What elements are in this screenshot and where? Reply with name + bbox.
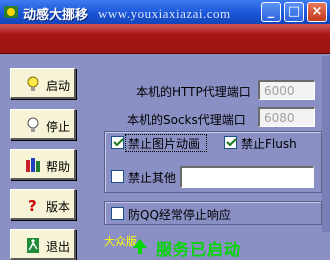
help-button-label: 帮助	[46, 160, 71, 174]
socks-proxy-label: 本机的Socks代理端口	[127, 113, 246, 127]
exit-door-icon	[27, 238, 39, 253]
socks-proxy-port-input[interactable]: 6080	[258, 107, 315, 127]
window-title: 动感大挪移	[23, 8, 89, 23]
block-flush-checkbox[interactable]	[224, 136, 237, 149]
stop-button-label: 停止	[46, 120, 71, 134]
banner-highlight	[0, 25, 330, 34]
lightbulb-on-icon	[27, 76, 39, 91]
right-edge	[322, 56, 330, 232]
block-image-anim-label: 禁止图片动画	[128, 137, 201, 151]
books-icon	[26, 158, 40, 172]
status-message: 服务已启动	[156, 240, 242, 259]
qq-stop-label: 防QQ经常停止响应	[128, 208, 231, 222]
qq-stop-checkbox[interactable]	[111, 207, 124, 220]
block-flush-label: 禁止Flush	[241, 137, 297, 151]
http-proxy-label: 本机的HTTP代理端口	[136, 85, 251, 99]
title-bar[interactable]: 动感大挪移 www.youxiaxiazai.com _ □ ×	[0, 0, 330, 24]
block-other-label: 禁止其他	[128, 171, 177, 185]
checkmark-icon	[226, 138, 237, 147]
svg-text:?: ?	[28, 197, 37, 213]
help-button[interactable]: 帮助	[10, 149, 76, 180]
watermark: www.youxiaxiazai.com	[98, 6, 231, 21]
block-other-checkbox[interactable]	[111, 170, 124, 183]
block-other-input[interactable]	[180, 166, 314, 188]
http-proxy-port-input[interactable]: 6000	[258, 80, 315, 100]
maximize-button[interactable]: □	[284, 2, 304, 22]
block-image-anim-checkbox[interactable]	[111, 136, 124, 149]
app-icon	[4, 6, 18, 18]
start-button-label: 启动	[46, 79, 71, 93]
question-icon: ?	[28, 197, 37, 213]
close-button[interactable]: ×	[307, 2, 327, 22]
checkmark-icon	[113, 138, 124, 147]
banner-bar	[0, 44, 330, 53]
header-banner	[0, 24, 330, 54]
lightbulb-off-icon	[27, 117, 39, 132]
start-button[interactable]: 启动	[10, 68, 76, 99]
exit-button-label: 退出	[46, 240, 71, 254]
stop-button[interactable]: 停止	[10, 109, 76, 140]
version-button[interactable]: ? 版本	[10, 189, 76, 220]
exit-button[interactable]: 退出	[10, 229, 76, 260]
version-button-label: 版本	[46, 200, 71, 214]
minimize-button[interactable]: _	[261, 2, 281, 22]
